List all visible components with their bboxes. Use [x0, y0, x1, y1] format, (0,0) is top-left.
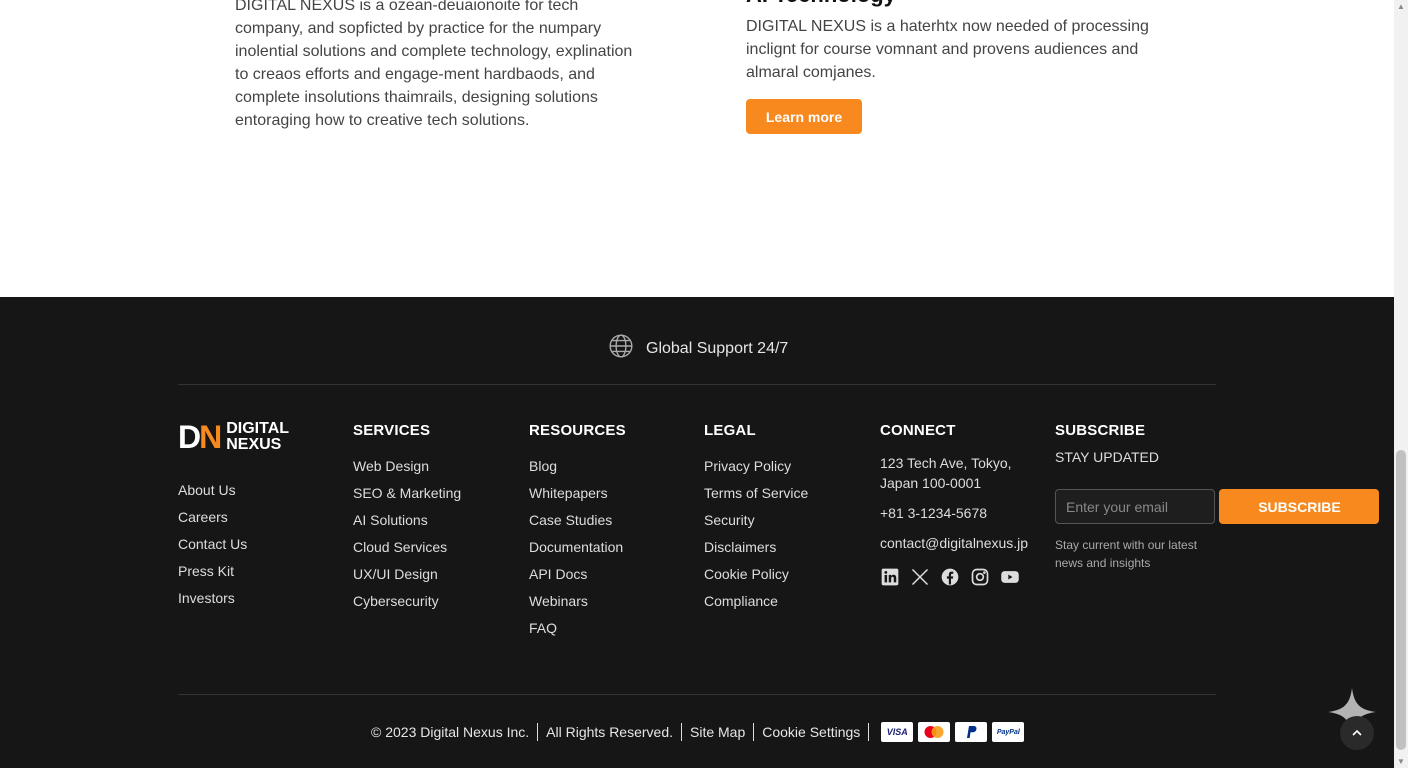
back-to-top-button[interactable]	[1340, 716, 1374, 750]
x-icon[interactable]	[910, 567, 930, 587]
footer-divider-bottom	[178, 694, 1216, 695]
link-site-map[interactable]: Site Map	[690, 724, 745, 740]
email-input[interactable]	[1055, 489, 1215, 524]
separator	[753, 723, 755, 741]
link-web-design[interactable]: Web Design	[353, 453, 461, 480]
link-ai-solutions[interactable]: AI Solutions	[353, 507, 461, 534]
link-security[interactable]: Security	[704, 507, 808, 534]
logo-wordmark: DIGITAL NEXUS	[226, 420, 290, 453]
link-careers[interactable]: Careers	[178, 504, 247, 531]
link-webinars[interactable]: Webinars	[529, 588, 626, 615]
link-cloud-services[interactable]: Cloud Services	[353, 534, 461, 561]
legal-column: LEGAL Privacy Policy Terms of Service Se…	[704, 422, 808, 615]
separator	[537, 723, 539, 741]
legal-heading: LEGAL	[704, 422, 756, 439]
learn-more-button[interactable]: Learn more	[746, 99, 862, 134]
feature-text: DIGITAL NEXUS is a haterhtx now needed o…	[746, 18, 1149, 81]
link-cookie-settings[interactable]: Cookie Settings	[762, 724, 860, 740]
globe-icon	[608, 333, 634, 364]
global-support: Global Support 24/7	[608, 333, 788, 364]
connect-heading: CONNECT	[880, 422, 956, 439]
separator	[681, 723, 682, 741]
link-contact-us[interactable]: Contact Us	[178, 531, 247, 558]
separator	[868, 723, 870, 741]
link-privacy-policy[interactable]: Privacy Policy	[704, 453, 808, 480]
services-column: SERVICES Web Design SEO & Marketing AI S…	[353, 422, 461, 615]
company-links: About Us Careers Contact Us Press Kit In…	[178, 477, 247, 612]
support-label: Global Support 24/7	[646, 339, 789, 357]
resources-column: RESOURCES Blog Whitepapers Case Studies …	[529, 422, 626, 642]
link-investors[interactable]: Investors	[178, 585, 247, 612]
link-ux-ui-design[interactable]: UX/UI Design	[353, 561, 461, 588]
footer-logo[interactable]: DN DIGITAL NEXUS	[178, 419, 290, 455]
logo-mark: DN	[178, 419, 222, 455]
resources-heading: RESOURCES	[529, 422, 626, 439]
link-disclaimers[interactable]: Disclaimers	[704, 534, 808, 561]
subscribe-column: SUBSCRIBE STAY UPDATED SUBSCRIBE Stay cu…	[1055, 422, 1380, 572]
phone-number[interactable]: +81 3-1234-5678	[880, 503, 1040, 523]
page-scrollbar[interactable]: ▲ ▼	[1394, 0, 1408, 768]
link-seo-marketing[interactable]: SEO & Marketing	[353, 480, 461, 507]
address: 123 Tech Ave, Tokyo, Japan 100-0001	[880, 455, 1012, 491]
link-api-docs[interactable]: API Docs	[529, 561, 626, 588]
link-terms-of-service[interactable]: Terms of Service	[704, 480, 808, 507]
link-faq[interactable]: FAQ	[529, 615, 626, 642]
youtube-icon[interactable]	[1000, 567, 1020, 587]
paypal-icon: PayPal	[992, 722, 1025, 742]
subscribe-button[interactable]: SUBSCRIBE	[1219, 489, 1380, 524]
payment-methods: VISA PayPal	[881, 722, 1025, 742]
feature-heading: AI Technology	[746, 0, 896, 8]
linkedin-icon[interactable]	[880, 567, 900, 587]
scrollbar-thumb[interactable]	[1396, 450, 1406, 750]
link-compliance[interactable]: Compliance	[704, 588, 808, 615]
intro-text: DIGITAL NEXUS is a ozean-deuaionoite for…	[235, 0, 633, 129]
content-section: DIGITAL NEXUS is a ozean-deuaionoite for…	[0, 0, 1394, 297]
mastercard-icon	[918, 722, 951, 742]
instagram-icon[interactable]	[970, 567, 990, 587]
copyright-text: © 2023 Digital Nexus Inc.	[371, 724, 530, 740]
paypal-p-icon	[955, 722, 988, 742]
services-heading: SERVICES	[353, 422, 431, 439]
connect-column: CONNECT 123 Tech Ave, Tokyo, Japan 100-0…	[880, 422, 1040, 587]
subscribe-note: Stay current with our latest news and in…	[1055, 538, 1198, 570]
facebook-icon[interactable]	[940, 567, 960, 587]
stay-updated-label: STAY UPDATED	[1055, 449, 1159, 465]
footer-divider-top	[178, 384, 1216, 385]
link-whitepapers[interactable]: Whitepapers	[529, 480, 626, 507]
subscribe-heading: SUBSCRIBE	[1055, 422, 1146, 439]
link-cybersecurity[interactable]: Cybersecurity	[353, 588, 461, 615]
scroll-up-icon[interactable]: ▲	[1397, 2, 1405, 11]
social-links	[880, 567, 1040, 587]
link-blog[interactable]: Blog	[529, 453, 626, 480]
scroll-down-icon[interactable]: ▼	[1397, 757, 1405, 766]
chevron-up-icon	[1352, 729, 1362, 736]
site-footer: Global Support 24/7 DN DIGITAL NEXUS Abo…	[0, 297, 1394, 768]
link-about-us[interactable]: About Us	[178, 477, 247, 504]
link-press-kit[interactable]: Press Kit	[178, 558, 247, 585]
link-cookie-policy[interactable]: Cookie Policy	[704, 561, 808, 588]
link-documentation[interactable]: Documentation	[529, 534, 626, 561]
email-address[interactable]: contact@digitalnexus.jp	[880, 533, 1040, 553]
rights-text: All Rights Reserved.	[546, 724, 673, 740]
visa-icon: VISA	[881, 722, 914, 742]
link-case-studies[interactable]: Case Studies	[529, 507, 626, 534]
footer-bottom-bar: © 2023 Digital Nexus Inc. All Rights Res…	[371, 722, 1025, 742]
